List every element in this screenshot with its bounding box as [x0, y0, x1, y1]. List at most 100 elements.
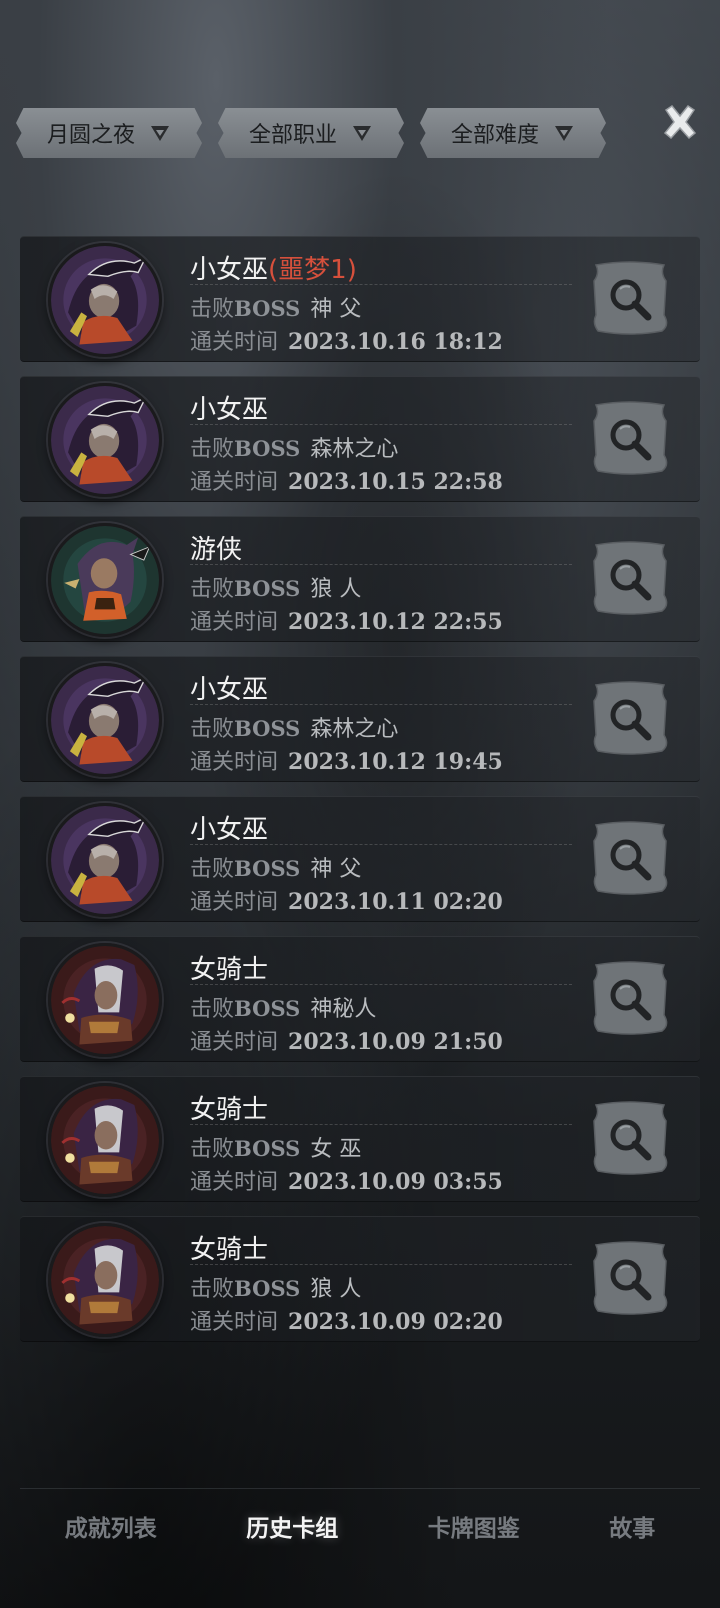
boss-label: 击败BOSS [190, 856, 301, 882]
hero-title: 游侠 [190, 529, 242, 566]
hero-name: 小女巫 [190, 255, 269, 285]
boss-name: 森林之心 [310, 717, 399, 742]
magnifier-icon [593, 261, 668, 335]
row-divider [190, 1264, 572, 1265]
boss-name: 女 巫 [310, 1137, 362, 1162]
history-record-row: 女骑士 击败BOSS 女 巫 通关时间 2023.10.09 03:55 [20, 1076, 700, 1202]
view-deck-button[interactable] [590, 1099, 670, 1177]
boss-name: 狼 人 [310, 1277, 362, 1302]
filter-bar: 月圆之夜 全部职业 全部难度 [16, 108, 616, 158]
magnifier-icon [593, 401, 668, 475]
tab-story[interactable]: 故事 [591, 1503, 673, 1549]
boss-line: 击败BOSS 神 父 [190, 851, 361, 883]
boss-name: 森林之心 [310, 437, 399, 462]
filter-mode[interactable]: 月圆之夜 [16, 108, 202, 158]
row-divider [190, 984, 572, 985]
close-button[interactable] [658, 100, 702, 144]
hero-name: 小女巫 [190, 395, 269, 425]
view-deck-button[interactable] [590, 819, 670, 897]
tab-card-gallery[interactable]: 卡牌图鉴 [410, 1503, 538, 1549]
view-deck-button[interactable] [590, 399, 670, 477]
filter-difficulty[interactable]: 全部难度 [420, 108, 606, 158]
boss-line: 击败BOSS 森林之心 [190, 431, 398, 463]
time-label: 通关时间 [190, 1170, 279, 1195]
magnifier-icon [593, 1101, 668, 1175]
time-label: 通关时间 [190, 470, 279, 495]
row-divider [190, 564, 572, 565]
time-line: 通关时间 2023.10.15 22:58 [190, 464, 503, 496]
row-divider [190, 1124, 572, 1125]
hero-title: 小女巫 [190, 809, 268, 846]
time-line: 通关时间 2023.10.09 03:55 [190, 1164, 503, 1196]
boss-label: 击败BOSS [190, 716, 301, 742]
view-deck-button[interactable] [590, 539, 670, 617]
hero-portrait-avatar [48, 803, 162, 917]
history-record-row: 小女巫 击败BOSS 森林之心 通关时间 2023.10.15 22:58 [20, 376, 700, 502]
hero-title: 小女巫 [190, 389, 268, 426]
boss-label: 击败BOSS [190, 576, 301, 602]
hero-portrait-avatar [48, 943, 162, 1057]
boss-line: 击败BOSS 狼 人 [190, 1271, 361, 1303]
filter-difficulty-label: 全部难度 [450, 123, 539, 148]
hero-title: 女骑士 [190, 1229, 268, 1266]
hero-title: 女骑士 [190, 1089, 268, 1126]
hero-title: 小女巫(噩梦1) [190, 249, 357, 286]
magnifier-icon [593, 821, 668, 895]
time-label: 通关时间 [190, 1310, 279, 1335]
hero-portrait-avatar [48, 243, 162, 357]
boss-name: 神秘人 [310, 997, 377, 1022]
boss-label: 击败BOSS [190, 1276, 301, 1302]
time-line: 通关时间 2023.10.16 18:12 [190, 324, 503, 356]
time-line: 通关时间 2023.10.12 19:45 [190, 744, 503, 776]
clear-time: 2023.10.11 02:20 [288, 889, 503, 915]
time-label: 通关时间 [190, 890, 279, 915]
close-x-icon [663, 104, 697, 140]
time-label: 通关时间 [190, 1030, 279, 1055]
boss-line: 击败BOSS 女 巫 [190, 1131, 361, 1163]
history-record-row: 小女巫 击败BOSS 神 父 通关时间 2023.10.11 02:20 [20, 796, 700, 922]
boss-label: 击败BOSS [190, 436, 301, 462]
history-record-row: 小女巫 击败BOSS 森林之心 通关时间 2023.10.12 19:45 [20, 656, 700, 782]
row-divider [190, 844, 572, 845]
history-record-row: 小女巫(噩梦1) 击败BOSS 神 父 通关时间 2023.10.16 18:12 [20, 236, 700, 362]
hero-portrait-avatar [48, 1083, 162, 1197]
tab-history-decks[interactable]: 历史卡组 [228, 1503, 356, 1549]
magnifier-icon [593, 681, 668, 755]
history-record-row: 游侠 击败BOSS 狼 人 通关时间 2023.10.12 22:55 [20, 516, 700, 642]
boss-label: 击败BOSS [190, 996, 301, 1022]
time-line: 通关时间 2023.10.11 02:20 [190, 884, 503, 916]
hero-portrait-avatar [48, 383, 162, 497]
boss-line: 击败BOSS 神秘人 [190, 991, 376, 1023]
filter-mode-label: 月圆之夜 [46, 123, 135, 148]
view-deck-button[interactable] [590, 959, 670, 1037]
time-label: 通关时间 [190, 750, 279, 775]
boss-line: 击败BOSS 狼 人 [190, 571, 361, 603]
row-divider [190, 424, 572, 425]
hero-name: 游侠 [190, 535, 243, 565]
view-deck-button[interactable] [590, 679, 670, 757]
boss-name: 神 父 [310, 297, 362, 322]
filter-class[interactable]: 全部职业 [218, 108, 404, 158]
boss-label: 击败BOSS [190, 296, 301, 322]
boss-label: 击败BOSS [190, 1136, 301, 1162]
bottom-tab-bar: 成就列表 历史卡组 卡牌图鉴 故事 [20, 1488, 700, 1562]
boss-line: 击败BOSS 森林之心 [190, 711, 398, 743]
hero-name: 女骑士 [190, 1235, 269, 1265]
time-line: 通关时间 2023.10.12 22:55 [190, 604, 503, 636]
magnifier-icon [593, 961, 668, 1035]
view-deck-button[interactable] [590, 259, 670, 337]
hero-portrait-avatar [48, 663, 162, 777]
dropdown-arrow-icon [353, 126, 371, 141]
clear-time: 2023.10.12 19:45 [288, 749, 503, 775]
tab-achievements[interactable]: 成就列表 [47, 1503, 175, 1549]
hero-title: 小女巫 [190, 669, 268, 706]
clear-time: 2023.10.09 02:20 [288, 1309, 503, 1335]
boss-name: 狼 人 [310, 577, 362, 602]
boss-name: 神 父 [310, 857, 362, 882]
hero-portrait-avatar [48, 1223, 162, 1337]
hero-name: 女骑士 [190, 955, 269, 985]
view-deck-button[interactable] [590, 1239, 670, 1317]
boss-line: 击败BOSS 神 父 [190, 291, 361, 323]
time-label: 通关时间 [190, 330, 279, 355]
hero-name: 小女巫 [190, 675, 269, 705]
